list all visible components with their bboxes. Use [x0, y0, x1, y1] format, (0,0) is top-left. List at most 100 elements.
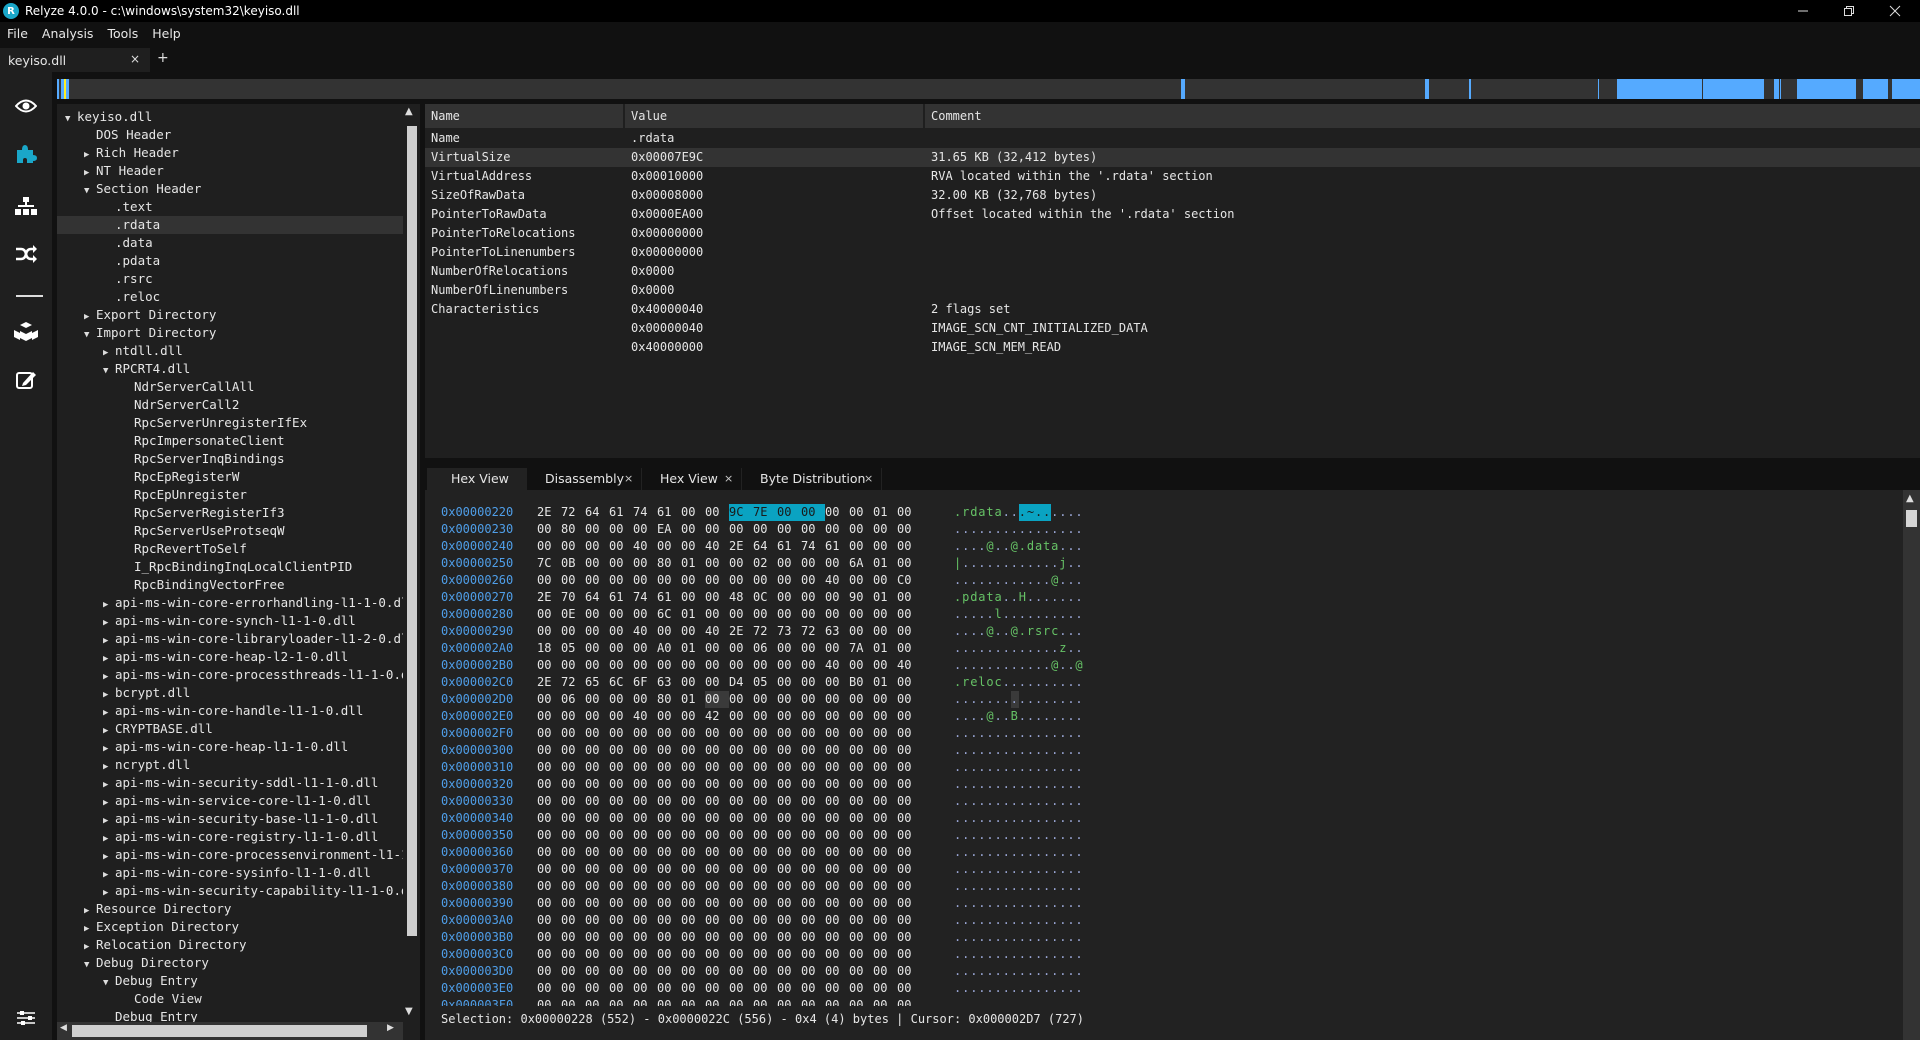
- hex-byte[interactable]: 00: [753, 606, 777, 623]
- hex-byte[interactable]: 40: [633, 623, 657, 640]
- hex-byte[interactable]: C0: [897, 572, 921, 589]
- ascii-char[interactable]: .: [986, 929, 994, 946]
- hex-byte[interactable]: 00: [825, 861, 849, 878]
- hex-byte[interactable]: 00: [873, 708, 897, 725]
- ascii-char[interactable]: .: [970, 691, 978, 708]
- hex-byte[interactable]: 00: [657, 759, 681, 776]
- ascii-char[interactable]: .: [1059, 793, 1067, 810]
- hex-byte[interactable]: 00: [681, 589, 705, 606]
- hex-byte[interactable]: 00: [633, 691, 657, 708]
- hex-address[interactable]: 0x000003C0: [441, 946, 513, 963]
- ascii-char[interactable]: .: [1019, 793, 1027, 810]
- ascii-char[interactable]: .: [962, 521, 970, 538]
- expand-arrow-right-icon[interactable]: ▶: [103, 848, 115, 864]
- hex-byte[interactable]: 00: [777, 640, 801, 657]
- hex-byte[interactable]: 00: [705, 776, 729, 793]
- hex-byte[interactable]: 00: [801, 640, 825, 657]
- hex-byte[interactable]: 40: [705, 538, 729, 555]
- ascii-char[interactable]: .: [1011, 912, 1019, 929]
- ascii-char[interactable]: .: [986, 640, 994, 657]
- ascii-char[interactable]: .: [994, 861, 1002, 878]
- ascii-char[interactable]: .: [1019, 946, 1027, 963]
- hex-byte[interactable]: 00: [561, 827, 585, 844]
- hex-byte[interactable]: 00: [561, 742, 585, 759]
- hex-byte[interactable]: 00: [609, 623, 633, 640]
- ascii-char[interactable]: .: [1027, 742, 1035, 759]
- ascii-char[interactable]: @: [986, 538, 994, 555]
- hex-byte[interactable]: 00: [705, 980, 729, 997]
- tree-item[interactable]: ▼ keyiso.dll: [57, 108, 403, 126]
- ascii-char[interactable]: .: [1027, 929, 1035, 946]
- ascii-char[interactable]: .: [1067, 912, 1075, 929]
- hex-byte[interactable]: 00: [801, 963, 825, 980]
- ascii-char[interactable]: .: [1051, 759, 1059, 776]
- hex-byte[interactable]: 00: [585, 725, 609, 742]
- ascii-char[interactable]: .: [1003, 742, 1011, 759]
- hex-address[interactable]: 0x000002B0: [441, 657, 513, 674]
- ascii-char[interactable]: .: [986, 827, 994, 844]
- hex-byte[interactable]: 00: [753, 912, 777, 929]
- overview-segment[interactable]: [1863, 79, 1888, 99]
- tree-item[interactable]: NdrServerCall2: [57, 396, 403, 414]
- ascii-char[interactable]: .: [970, 725, 978, 742]
- hex-byte[interactable]: 00: [729, 776, 753, 793]
- ascii-char[interactable]: .: [1075, 623, 1083, 640]
- hex-ascii[interactable]: ....@..@.data...: [954, 538, 1084, 555]
- hex-byte[interactable]: 00: [849, 878, 873, 895]
- hex-byte[interactable]: 00: [849, 776, 873, 793]
- ascii-char[interactable]: .: [1075, 776, 1083, 793]
- close-window-button[interactable]: [1872, 0, 1918, 22]
- ascii-char[interactable]: .: [1059, 827, 1067, 844]
- hex-byte[interactable]: 00: [777, 725, 801, 742]
- ascii-char[interactable]: .: [1003, 810, 1011, 827]
- hex-bytes[interactable]: 00 00 00 00 00 00 00 00 00 00 00 00 00 00 00 00: [537, 810, 921, 827]
- ascii-char[interactable]: .: [1067, 691, 1075, 708]
- overview-segment[interactable]: [1597, 79, 1599, 99]
- ascii-char[interactable]: .: [962, 725, 970, 742]
- hex-byte[interactable]: 2E: [729, 538, 753, 555]
- ascii-char[interactable]: .: [1035, 742, 1043, 759]
- ascii-char[interactable]: .: [978, 861, 986, 878]
- hex-byte[interactable]: 01: [873, 555, 897, 572]
- ascii-char[interactable]: .: [1035, 776, 1043, 793]
- hex-byte[interactable]: 7E: [753, 504, 777, 521]
- hex-byte[interactable]: 00: [537, 606, 561, 623]
- hex-byte[interactable]: 00: [681, 793, 705, 810]
- ascii-char[interactable]: .: [1067, 657, 1075, 674]
- hex-bytes[interactable]: 00 00 00 00 00 00 00 00 00 00 00 00 00 00 00 00: [537, 895, 921, 912]
- ascii-char[interactable]: .: [994, 521, 1002, 538]
- property-row[interactable]: NumberOfLinenumbers 0x0000: [425, 281, 1920, 300]
- ascii-char[interactable]: .: [954, 827, 962, 844]
- ascii-char[interactable]: .: [994, 657, 1002, 674]
- ascii-char[interactable]: .: [1067, 521, 1075, 538]
- hex-byte[interactable]: 00: [561, 776, 585, 793]
- hex-bytes[interactable]: 00 80 00 00 00 EA 00 00 00 00 00 00 00 00 00 00: [537, 521, 921, 538]
- hex-byte[interactable]: 00: [561, 878, 585, 895]
- hex-byte[interactable]: 90: [849, 589, 873, 606]
- hex-byte[interactable]: 00: [681, 980, 705, 997]
- ascii-char[interactable]: .: [1043, 776, 1051, 793]
- overview-segment[interactable]: [57, 79, 60, 99]
- hex-byte[interactable]: 61: [609, 589, 633, 606]
- hex-byte[interactable]: 00: [705, 997, 729, 1006]
- ascii-char[interactable]: .: [978, 759, 986, 776]
- hex-byte[interactable]: 00: [777, 946, 801, 963]
- ascii-char[interactable]: .: [994, 895, 1002, 912]
- hex-byte[interactable]: 00: [729, 742, 753, 759]
- ascii-char[interactable]: .: [994, 759, 1002, 776]
- hex-byte[interactable]: 7C: [537, 555, 561, 572]
- hex-address[interactable]: 0x000003A0: [441, 912, 513, 929]
- tree-item[interactable]: ▶api-ms-win-core-processenvironment-l1-1…: [57, 846, 403, 864]
- ascii-char[interactable]: .: [994, 725, 1002, 742]
- ascii-char[interactable]: .: [1027, 674, 1035, 691]
- hex-byte[interactable]: 2E: [537, 589, 561, 606]
- scroll-right-icon[interactable]: ▶: [387, 1023, 394, 1033]
- ascii-char[interactable]: .: [1067, 929, 1075, 946]
- hex-bytes[interactable]: 2E 70 64 61 74 61 00 00 48 0C 00 00 00 90 01 00: [537, 589, 921, 606]
- hex-byte[interactable]: 00: [657, 912, 681, 929]
- ascii-char[interactable]: .: [1003, 504, 1011, 521]
- ascii-char[interactable]: .: [986, 691, 994, 708]
- ascii-char[interactable]: @: [1075, 657, 1083, 674]
- hex-byte[interactable]: 00: [705, 589, 729, 606]
- ascii-char[interactable]: .: [1035, 572, 1043, 589]
